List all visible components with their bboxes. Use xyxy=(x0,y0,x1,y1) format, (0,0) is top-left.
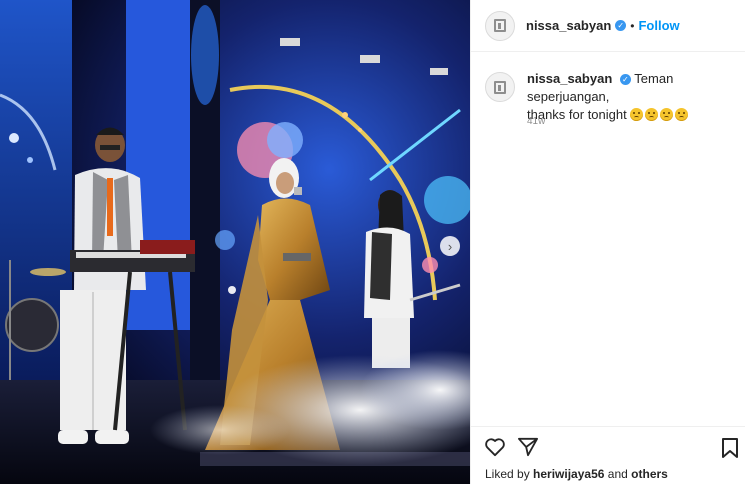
post-photo[interactable]: › xyxy=(0,0,470,484)
follow-button[interactable]: Follow xyxy=(638,18,679,33)
liked-by-and: and xyxy=(607,467,628,481)
share-icon[interactable] xyxy=(517,437,539,462)
profile-placeholder-icon xyxy=(494,80,506,94)
liked-by-prefix: Liked by xyxy=(485,467,530,481)
profile-placeholder-icon xyxy=(494,19,506,32)
crying-emoji-icon xyxy=(630,108,644,121)
crying-emoji-icon xyxy=(675,108,689,121)
carousel-next-icon[interactable]: › xyxy=(440,236,460,256)
post-sidebar: nissa_sabyan ✓ • Follow nissa_sabyan ✓ T… xyxy=(470,0,745,484)
bookmark-icon[interactable] xyxy=(721,437,739,464)
caption-body: nissa_sabyan ✓ Teman seperjuangan, thank… xyxy=(527,70,735,124)
liked-by-user[interactable]: heriwijaya56 xyxy=(533,467,604,481)
crying-emoji-icon xyxy=(645,108,659,121)
action-bar: Liked by heriwijaya56 and others xyxy=(471,426,745,485)
post-timestamp[interactable]: 41w xyxy=(527,116,545,127)
avatar[interactable] xyxy=(485,10,515,41)
post-header: nissa_sabyan ✓ • Follow xyxy=(471,0,745,52)
separator-dot: • xyxy=(630,18,635,33)
caption-username[interactable]: nissa_sabyan xyxy=(527,71,612,86)
stage-photo-illustration xyxy=(0,0,470,484)
verified-badge-icon: ✓ xyxy=(619,74,631,86)
heart-icon[interactable] xyxy=(484,437,506,462)
header-username[interactable]: nissa_sabyan xyxy=(526,18,611,33)
avatar[interactable] xyxy=(485,72,515,102)
liked-by-others[interactable]: others xyxy=(631,467,668,481)
caption-comment: nissa_sabyan ✓ Teman seperjuangan, thank… xyxy=(485,70,735,124)
liked-by-text: Liked by heriwijaya56 and others xyxy=(485,467,668,481)
verified-badge-icon: ✓ xyxy=(615,20,627,31)
crying-emoji-icon xyxy=(660,108,674,121)
